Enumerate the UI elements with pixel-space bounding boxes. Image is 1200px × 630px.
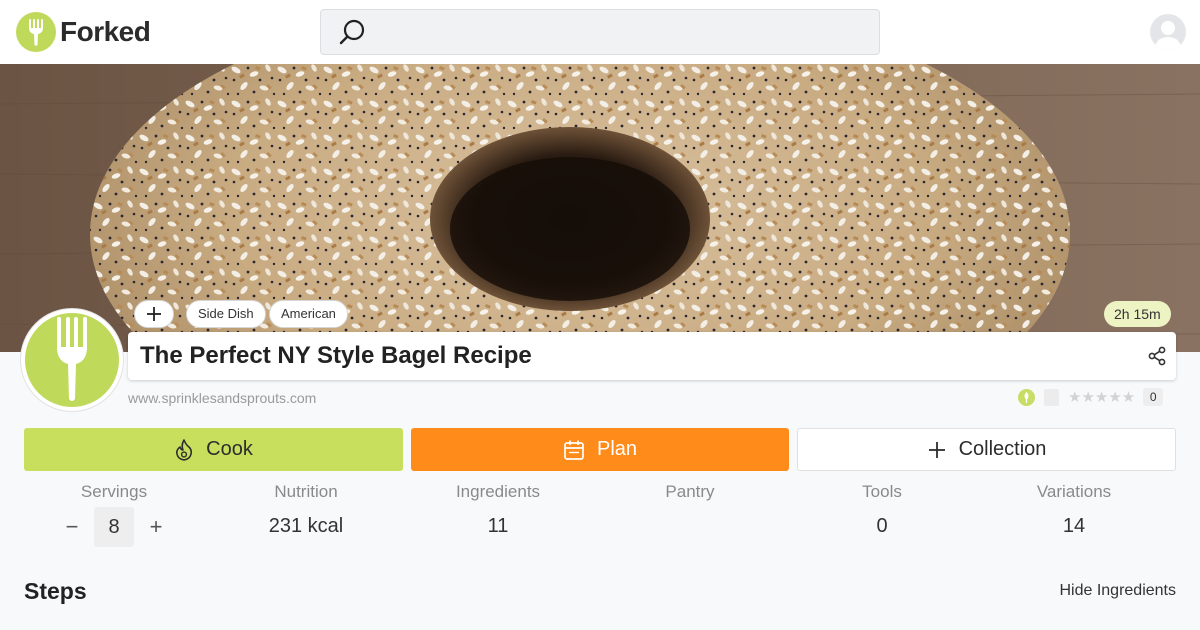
recipe-avatar bbox=[20, 308, 124, 412]
steps-heading: Steps bbox=[24, 578, 87, 604]
servings-value[interactable]: 8 bbox=[94, 507, 134, 547]
recipe-source-link[interactable]: www.sprinklesandsprouts.com bbox=[128, 390, 316, 406]
ingredients-value[interactable]: 11 bbox=[398, 515, 598, 538]
variations-label[interactable]: Variations bbox=[974, 482, 1174, 502]
variations-value[interactable]: 14 bbox=[974, 515, 1174, 538]
user-avatar[interactable] bbox=[1150, 14, 1186, 50]
plan-button[interactable]: Plan bbox=[411, 428, 789, 471]
nutrition-label[interactable]: Nutrition bbox=[206, 482, 406, 502]
add-tag-button[interactable] bbox=[134, 300, 174, 328]
flame-icon bbox=[174, 438, 194, 461]
calendar-icon bbox=[563, 439, 585, 461]
tools-value[interactable]: 0 bbox=[782, 515, 982, 538]
plan-button-label: Plan bbox=[596, 438, 638, 460]
fork-icon bbox=[57, 317, 87, 401]
share-icon[interactable] bbox=[1147, 346, 1167, 371]
servings-label: Servings bbox=[80, 482, 148, 501]
servings-decrease-button[interactable]: − bbox=[60, 512, 84, 542]
cook-button[interactable]: Cook bbox=[24, 428, 403, 471]
pantry-label[interactable]: Pantry bbox=[590, 482, 790, 502]
user-icon bbox=[1154, 21, 1182, 50]
add-to-collection-button[interactable]: Collection bbox=[797, 428, 1176, 471]
leaf-icon bbox=[1018, 388, 1035, 406]
rating-placeholder bbox=[1044, 388, 1059, 406]
tools-label[interactable]: Tools bbox=[782, 482, 982, 502]
hide-ingredients-toggle[interactable]: Hide Ingredients bbox=[1059, 582, 1176, 600]
rating-area: ★★★★★ 0 bbox=[1018, 388, 1164, 406]
cook-button-label: Cook bbox=[206, 438, 253, 460]
nutrition-value[interactable]: 231 kcal bbox=[206, 515, 406, 538]
search-input[interactable] bbox=[320, 9, 880, 55]
rating-count: 0 bbox=[1143, 388, 1164, 406]
total-time-badge: 2h 15m bbox=[1104, 301, 1171, 327]
brand-logo[interactable]: Forked bbox=[16, 12, 151, 52]
brand-name: Forked bbox=[60, 16, 151, 47]
star-rating[interactable]: ★★★★★ bbox=[1068, 388, 1135, 406]
recipe-title: The Perfect NY Style Bagel Recipe bbox=[140, 342, 532, 369]
servings-increase-button[interactable]: + bbox=[144, 512, 168, 542]
plus-icon bbox=[147, 307, 161, 321]
ingredients-label[interactable]: Ingredients bbox=[398, 482, 598, 502]
fork-icon bbox=[16, 12, 56, 52]
tag-side-dish[interactable]: Side Dish bbox=[186, 300, 266, 328]
collection-button-label: Collection bbox=[958, 438, 1047, 460]
plus-icon bbox=[927, 440, 947, 460]
tag-american[interactable]: American bbox=[269, 300, 348, 328]
recipe-hero-image bbox=[0, 64, 1200, 352]
top-bar: Forked bbox=[0, 0, 1200, 64]
search-icon bbox=[337, 18, 367, 53]
recipe-title-card: The Perfect NY Style Bagel Recipe bbox=[128, 332, 1176, 380]
